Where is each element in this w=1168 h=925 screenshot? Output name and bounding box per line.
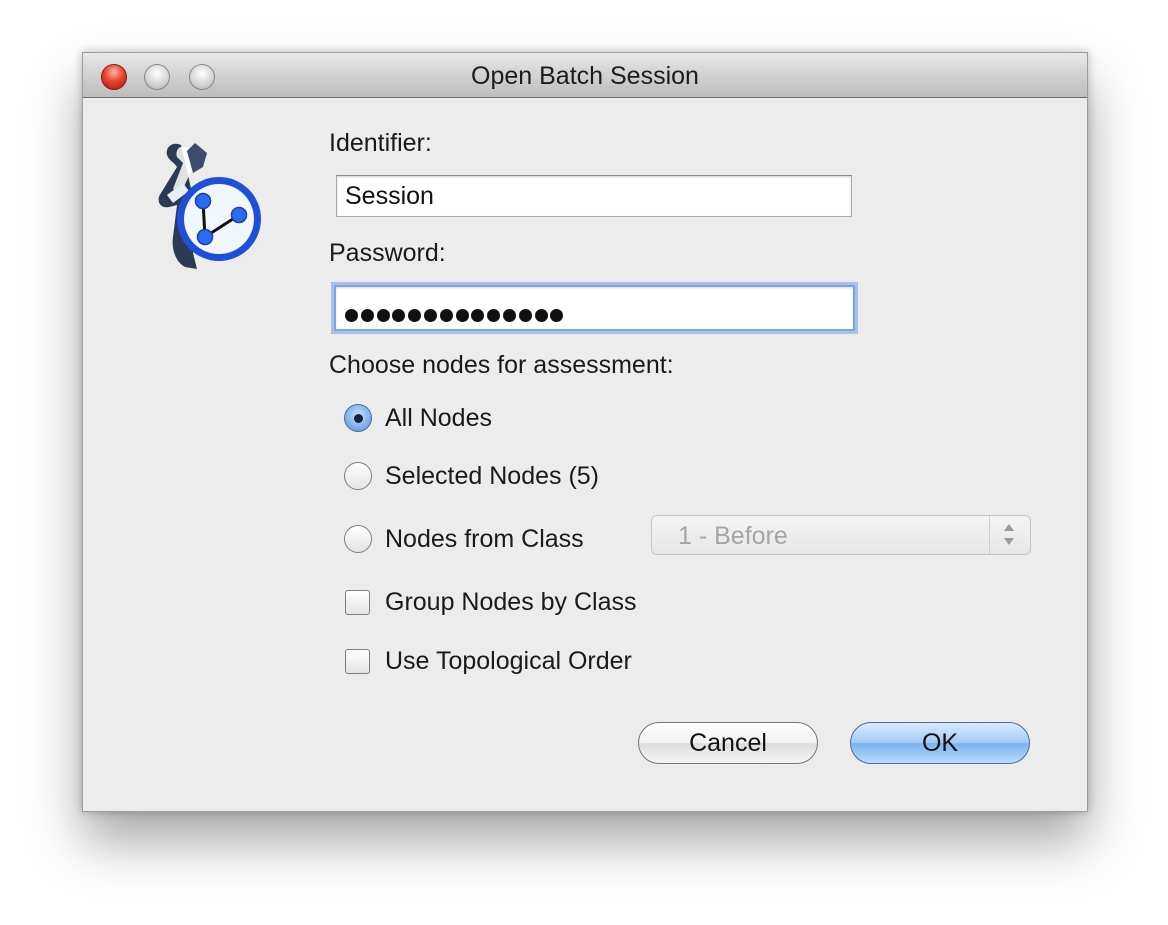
password-field[interactable] [334,285,855,331]
class-select[interactable]: 1 - Before [651,515,1031,555]
nodes-from-class-radio[interactable] [344,525,372,553]
group-by-class-checkbox[interactable] [345,590,370,615]
nodes-from-class-label[interactable]: Nodes from Class [385,525,584,554]
identifier-field[interactable] [336,175,852,217]
selected-nodes-label[interactable]: Selected Nodes (5) [385,462,599,491]
batch-session-logo-icon [158,143,261,269]
cancel-button[interactable]: Cancel [638,722,818,764]
ok-button[interactable]: OK [850,722,1030,764]
class-select-value: 1 - Before [678,522,788,550]
topological-order-checkbox[interactable] [345,649,370,674]
dialog-window: Open Batch Session Identifier: Password:… [82,52,1088,812]
all-nodes-radio[interactable] [344,404,372,432]
up-down-arrows-icon [989,516,1030,554]
group-by-class-label[interactable]: Group Nodes by Class [385,588,637,617]
choose-nodes-label: Choose nodes for assessment: [329,351,674,379]
title-bar[interactable]: Open Batch Session [83,53,1087,98]
window-title: Open Batch Session [471,62,699,90]
all-nodes-label[interactable]: All Nodes [385,404,492,433]
selected-nodes-radio[interactable] [344,462,372,490]
topological-order-label[interactable]: Use Topological Order [385,647,632,676]
password-mask [345,300,566,322]
password-label: Password: [329,239,446,267]
identifier-label: Identifier: [329,129,432,157]
